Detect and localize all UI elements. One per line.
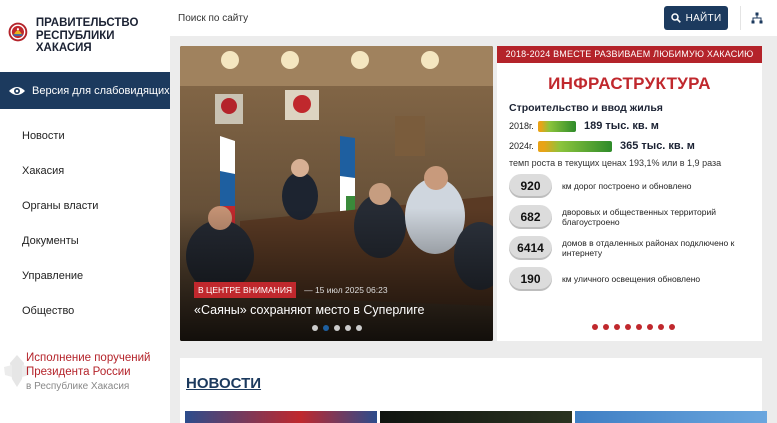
menu-item-authorities[interactable]: Органы власти: [0, 188, 170, 223]
stat-number: 920: [509, 174, 552, 198]
sitemap-icon: [751, 12, 762, 24]
infographic-dots: [592, 324, 675, 330]
menu-item-label: Общество: [22, 304, 75, 317]
metric-value: 189 тыс. кв. м: [584, 120, 659, 132]
menu-item-news[interactable]: Новости: [0, 118, 170, 153]
metric-row: 2018г. 189 тыс. кв. м: [509, 118, 762, 134]
news-thumbnail[interactable]: [185, 411, 377, 423]
search-button[interactable]: НАЙТИ: [664, 6, 728, 30]
menu-item-documents[interactable]: Документы: [0, 223, 170, 258]
infographic-dot[interactable]: [658, 324, 664, 330]
stat-text: км дорог построено и обновлено: [562, 181, 692, 191]
infographic-banner: 2018-2024 ВМЕСТЕ РАЗВИВАЕМ ЛЮБИМУЮ ХАКАС…: [497, 46, 762, 63]
infographic-dot[interactable]: [603, 324, 609, 330]
category-badge[interactable]: В ЦЕНТРЕ ВНИМАНИЯ: [194, 282, 297, 298]
slider-dot[interactable]: [323, 325, 329, 331]
menu-item-label: Новости: [22, 129, 65, 142]
infrastructure-infographic[interactable]: 2018-2024 ВМЕСТЕ РАЗВИВАЕМ ЛЮБИМУЮ ХАКАС…: [497, 46, 762, 341]
slider-dot[interactable]: [312, 325, 318, 331]
president-orders-title: Исполнение поручений Президента России: [26, 352, 151, 378]
news-heading[interactable]: НОВОСТИ: [186, 375, 261, 392]
president-orders-link[interactable]: Исполнение поручений Президента России в…: [0, 343, 170, 409]
stat-row: 6414 домов в отдаленных районах подключе…: [509, 235, 762, 261]
news-section: НОВОСТИ: [180, 358, 767, 423]
site-title: Правительство Республики Хакасия: [35, 17, 139, 54]
eye-icon: [9, 86, 25, 95]
stat-text: км уличного освещения обновлено: [562, 274, 701, 284]
stat-number: 6414: [509, 236, 552, 260]
slide-date: 15 июл 2025 06:23: [304, 285, 388, 295]
menu-item-khakassia[interactable]: Хакасия: [0, 153, 170, 188]
stat-number: 682: [509, 205, 552, 229]
featured-slider[interactable]: В ЦЕНТРЕ ВНИМАНИЯ 15 июл 2025 06:23 «Сая…: [180, 46, 493, 341]
sitemap-button[interactable]: [740, 6, 772, 30]
stat-text: домов в отдаленных районах подключено к …: [562, 238, 735, 258]
metric-year: 2024г.: [509, 141, 534, 151]
metric-row: 2024г. 365 тыс. кв. м: [509, 138, 762, 154]
menu-item-society[interactable]: Общество: [0, 293, 170, 328]
growth-rate-text: темп роста в текущих ценах 193,1% или в …: [509, 158, 722, 168]
metric-value: 365 тыс. кв. м: [620, 140, 695, 152]
news-thumbnail[interactable]: [575, 411, 767, 423]
menu-item-label: Документы: [22, 234, 79, 247]
stat-number: 190: [509, 267, 552, 291]
menu-item-label: Органы власти: [22, 199, 99, 212]
infographic-dot[interactable]: [636, 324, 642, 330]
news-thumbnails: [185, 411, 767, 423]
sidebar: Правительство Республики Хакасия Версия …: [0, 0, 170, 423]
infographic-dot[interactable]: [625, 324, 631, 330]
slider-dot[interactable]: [356, 325, 362, 331]
infographic-dot[interactable]: [614, 324, 620, 330]
slider-dot[interactable]: [345, 325, 351, 331]
infographic-subtitle: Строительство и ввод жилья: [509, 102, 663, 114]
infographic-dot[interactable]: [669, 324, 675, 330]
accessibility-button[interactable]: Версия для слабовидящих: [0, 72, 170, 109]
metric-bar: [538, 120, 576, 132]
main-menu: Новости Хакасия Органы власти Документы …: [0, 118, 170, 328]
president-orders-subtitle: в Республике Хакасия: [26, 381, 130, 392]
infographic-dot[interactable]: [647, 324, 653, 330]
top-bar: НАЙТИ: [170, 0, 777, 36]
menu-item-management[interactable]: Управление: [0, 258, 170, 293]
search-input[interactable]: [178, 6, 648, 30]
slider-dots: [312, 325, 362, 331]
infographic-dot[interactable]: [592, 324, 598, 330]
menu-item-label: Хакасия: [22, 164, 65, 177]
search-button-label: НАЙТИ: [685, 12, 722, 24]
stat-text: дворовых и общественных территорий благо…: [562, 207, 717, 227]
stat-row: 190 км уличного освещения обновлено: [509, 266, 762, 292]
slider-dot[interactable]: [334, 325, 340, 331]
site-logo[interactable]: Правительство Республики Хакасия: [0, 0, 170, 70]
menu-item-label: Управление: [22, 269, 84, 282]
metric-bar: [538, 140, 612, 152]
coat-of-arms-icon: [8, 22, 28, 42]
stat-row: 682 дворовых и общественных территорий б…: [509, 204, 762, 230]
news-thumbnail[interactable]: [380, 411, 572, 423]
slide-meta: В ЦЕНТРЕ ВНИМАНИЯ 15 июл 2025 06:23: [194, 282, 388, 298]
metric-year: 2018г.: [509, 121, 534, 131]
stat-row: 920 км дорог построено и обновлено: [509, 173, 762, 199]
accessibility-label: Версия для слабовидящих: [32, 84, 170, 97]
search-icon: [670, 13, 681, 23]
infographic-title: ИНФРАСТРУКТУРА: [548, 74, 711, 93]
slide-title[interactable]: «Саяны» сохраняют место в Суперлиге: [194, 303, 424, 317]
